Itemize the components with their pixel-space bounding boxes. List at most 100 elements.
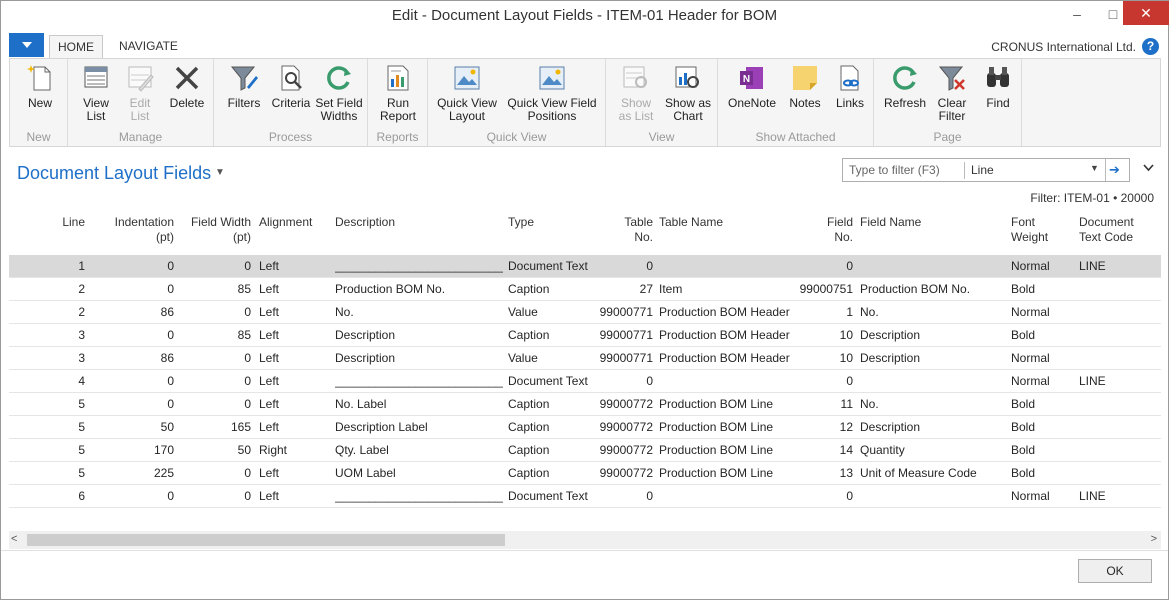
filter-field-select[interactable]: Line: [971, 163, 994, 177]
filter-input[interactable]: Type to filter (F3): [849, 163, 940, 177]
table-row[interactable]: 2 0 85 Left Production BOM No. Caption 27 Item 9…: [9, 278, 1161, 301]
column-header-desc[interactable]: Description: [335, 215, 503, 257]
onenote-button[interactable]: N OneNote: [726, 61, 778, 110]
cell-align: Left: [259, 466, 280, 480]
cell-align: Left: [259, 282, 280, 296]
column-header-weight[interactable]: Font Weight: [1011, 215, 1073, 257]
table-row[interactable]: 5 170 50 Right Qty. Label Caption 99000772 Prod…: [9, 439, 1161, 462]
table-row[interactable]: 4 0 0 Left _______________________________..…: [9, 370, 1161, 393]
filters-button[interactable]: Filters: [224, 61, 264, 110]
group-label-reports: Reports: [376, 130, 419, 144]
ok-button[interactable]: OK: [1078, 559, 1152, 583]
show-as-list-button[interactable]: Show as List: [612, 61, 660, 123]
cell-fldno: 10: [839, 351, 853, 365]
tab-home[interactable]: HOME: [49, 35, 103, 59]
set-field-widths-label: Set Field Widths: [315, 96, 363, 123]
table-row[interactable]: 6 0 0 Left _______________________________..…: [9, 485, 1161, 508]
show-as-chart-button[interactable]: Show as Chart: [662, 61, 714, 123]
table-row[interactable]: 1 0 0 Left _______________________________..…: [9, 255, 1161, 278]
table-row[interactable]: 3 0 85 Left Description Caption 99000771 Produc…: [9, 324, 1161, 347]
cell-width: 0: [244, 397, 251, 411]
onenote-label: OneNote: [727, 96, 777, 110]
set-field-widths-button[interactable]: Set Field Widths: [314, 61, 364, 123]
cell-type: Caption: [508, 397, 550, 411]
help-icon[interactable]: ?: [1142, 38, 1159, 55]
table-row[interactable]: 5 50 165 Left Description Label Caption 990007…: [9, 416, 1161, 439]
group-label-page: Page: [933, 130, 962, 144]
ribbon-tabs: HOME NAVIGATE CRONUS International Ltd. …: [1, 32, 1168, 59]
page-title[interactable]: Document Layout Fields: [17, 163, 211, 184]
cell-indent: 0: [167, 489, 174, 503]
column-header-align[interactable]: Alignment: [259, 215, 329, 257]
new-button[interactable]: New: [20, 61, 60, 110]
scroll-right-icon[interactable]: >: [1151, 533, 1157, 545]
chevron-down-icon[interactable]: ▼: [1090, 163, 1099, 173]
edit-list-button[interactable]: Edit List: [120, 61, 160, 123]
notes-button[interactable]: Notes: [786, 61, 824, 110]
table-row[interactable]: 3 86 0 Left Description Value 99000771 Producti…: [9, 347, 1161, 370]
column-header-code[interactable]: Document Text Code: [1079, 215, 1159, 257]
delete-button[interactable]: Delete: [164, 61, 210, 110]
cell-fldno: 13: [839, 466, 853, 480]
close-button[interactable]: ✕: [1123, 1, 1169, 25]
cell-fldname: Description: [860, 420, 921, 434]
quick-view-layout-button[interactable]: Quick View Layout: [436, 61, 498, 123]
cell-type: Document Text: [508, 489, 588, 503]
tab-navigate[interactable]: NAVIGATE: [111, 35, 186, 59]
filter-bar: Type to filter (F3) Line ▼ ➔: [842, 158, 1130, 182]
column-header-tblno[interactable]: Table No.: [599, 215, 653, 257]
cell-desc: _______________________________...: [335, 259, 503, 273]
filter-status: Filter: ITEM-01 • 20000: [1030, 191, 1154, 205]
view-list-button[interactable]: View List: [76, 61, 116, 123]
ribbon-group-reports: Run Report Reports: [368, 59, 428, 146]
column-header-line[interactable]: Line: [9, 215, 85, 257]
table-row[interactable]: 2 86 0 Left No. Value 99000771 Production BOM H…: [9, 301, 1161, 324]
cell-indent: 86: [160, 305, 174, 319]
refresh-button[interactable]: Refresh: [880, 61, 930, 110]
table-row[interactable]: 5 225 0 Left UOM Label Caption 99000772 Product…: [9, 462, 1161, 485]
cell-tblno: 0: [646, 374, 653, 388]
caret-down-icon[interactable]: ▼: [215, 167, 225, 178]
filter-divider: [964, 162, 965, 179]
cell-weight: Normal: [1011, 351, 1050, 365]
column-header-type[interactable]: Type: [508, 215, 596, 257]
table-row[interactable]: 5 0 0 Left No. Label Caption 99000772 Productio…: [9, 393, 1161, 416]
cell-fldno: 0: [846, 489, 853, 503]
collapse-chevron-icon[interactable]: [1143, 161, 1154, 175]
cell-line: 5: [78, 466, 85, 480]
cell-indent: 170: [153, 443, 174, 457]
column-header-width[interactable]: Field Width (pt): [179, 215, 251, 257]
quick-view-positions-button[interactable]: Quick View Field Positions: [504, 61, 600, 123]
cell-weight: Bold: [1011, 443, 1036, 457]
links-button[interactable]: Links: [830, 61, 870, 110]
cell-align: Left: [259, 489, 280, 503]
horizontal-scrollbar[interactable]: < >: [9, 531, 1161, 549]
company-name: CRONUS International Ltd.: [991, 40, 1136, 54]
cell-width: 0: [244, 489, 251, 503]
cell-fldno: 12: [839, 420, 853, 434]
scrollbar-thumb[interactable]: [27, 534, 505, 546]
view-list-label: View List: [83, 96, 109, 123]
cell-weight: Bold: [1011, 328, 1036, 342]
run-report-button[interactable]: Run Report: [376, 61, 420, 123]
column-header-fldno[interactable]: Field No.: [799, 215, 853, 257]
svg-text:N: N: [743, 74, 750, 85]
delete-label: Delete: [169, 96, 205, 110]
column-header-tblname[interactable]: Table Name: [659, 215, 799, 257]
cell-desc: Qty. Label: [335, 443, 389, 457]
column-header-indent[interactable]: Indentation (pt): [99, 215, 174, 257]
column-header-fldname[interactable]: Field Name: [860, 215, 1010, 257]
cell-fldno: 0: [846, 374, 853, 388]
application-menu-button[interactable]: [9, 33, 44, 57]
clear-filter-button[interactable]: Clear Filter: [930, 61, 974, 123]
cell-line: 6: [78, 489, 85, 503]
arrow-right-icon[interactable]: ➔: [1109, 162, 1120, 178]
links-icon: [840, 65, 859, 91]
scroll-left-icon[interactable]: <: [11, 533, 17, 545]
ribbon-group-show-attached: N OneNote Notes Links Show Attached: [718, 59, 874, 146]
criteria-button[interactable]: Criteria: [268, 61, 314, 110]
cell-tblname: Production BOM Line: [659, 397, 774, 411]
cell-align: Left: [259, 305, 280, 319]
chevron-down-icon: [21, 42, 32, 48]
find-button[interactable]: Find: [978, 61, 1018, 110]
